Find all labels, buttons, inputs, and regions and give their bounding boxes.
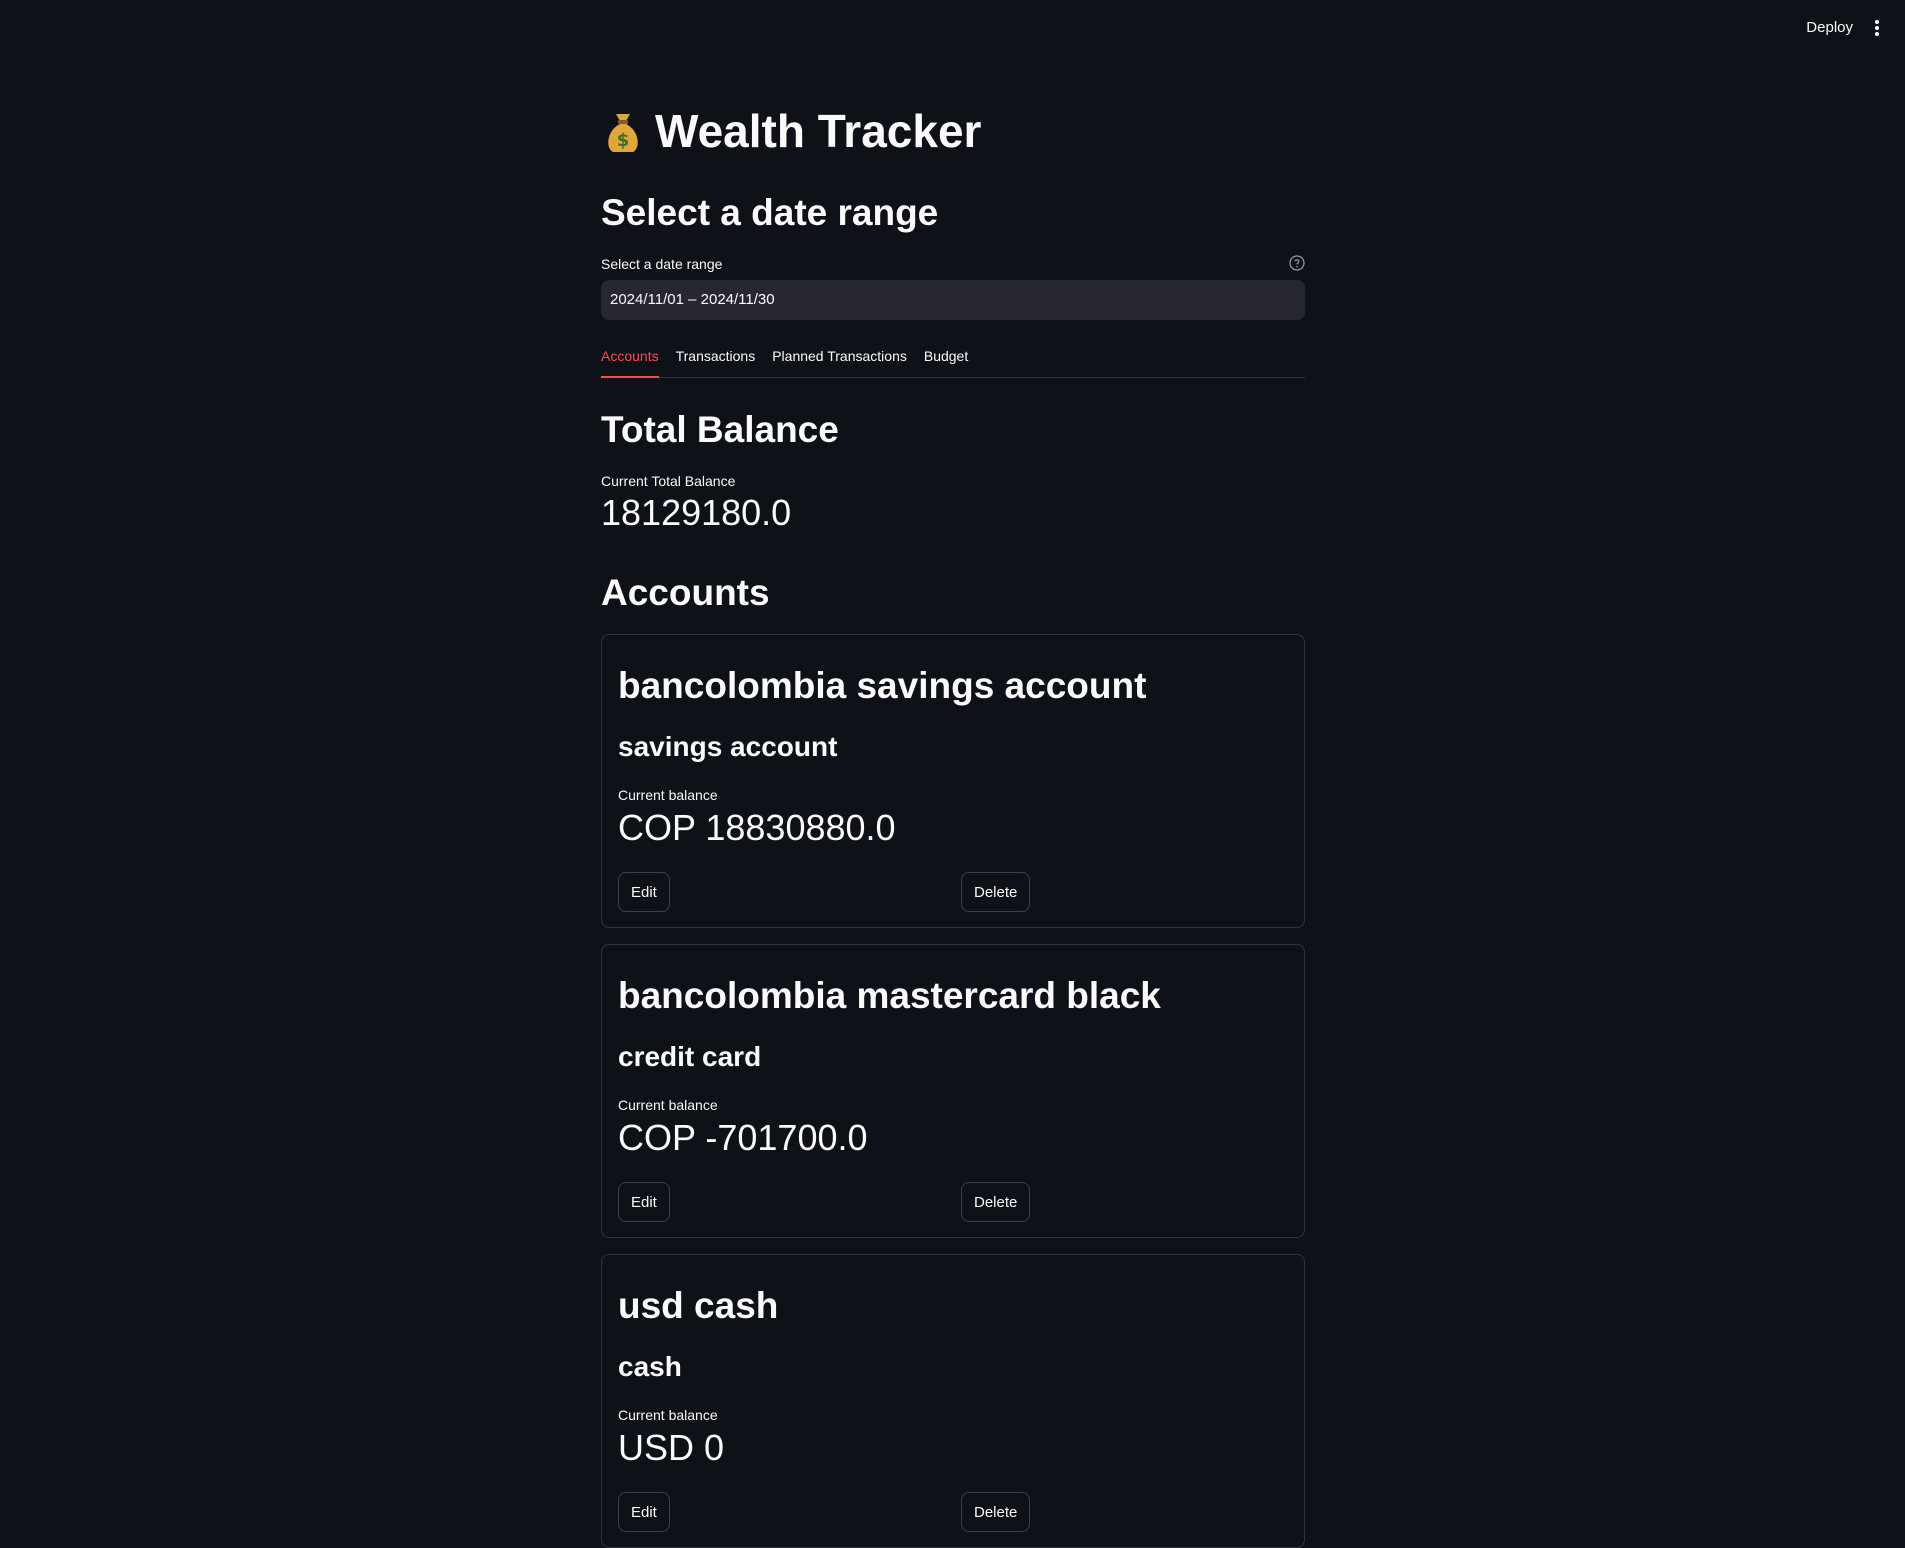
- account-type: savings account: [618, 731, 838, 762]
- balance-label: Current balance: [618, 787, 718, 803]
- top-toolbar: Deploy: [0, 0, 1905, 58]
- tab-transactions[interactable]: Transactions: [676, 340, 756, 377]
- tab-bar: Accounts Transactions Planned Transactio…: [601, 340, 1305, 378]
- total-balance-value: 18129180.0: [601, 492, 792, 533]
- money-bag-icon: $: [601, 108, 645, 154]
- balance-label: Current balance: [618, 1097, 718, 1113]
- date-range-heading: Select a date range: [601, 192, 939, 233]
- edit-button[interactable]: Edit: [618, 872, 670, 912]
- help-circle-icon[interactable]: [1289, 255, 1305, 271]
- delete-button[interactable]: Delete: [961, 1182, 1031, 1222]
- account-card: bancolombia savings account savings acco…: [601, 634, 1305, 928]
- account-name: bancolombia mastercard black: [618, 975, 1161, 1016]
- delete-button[interactable]: Delete: [961, 1492, 1031, 1532]
- edit-button[interactable]: Edit: [618, 1182, 670, 1222]
- account-name: usd cash: [618, 1285, 779, 1326]
- total-balance-heading: Total Balance: [601, 409, 839, 450]
- account-type: credit card: [618, 1041, 762, 1072]
- page-title: $ Wealth Tracker: [601, 104, 981, 158]
- balance-value: COP 18830880.0: [618, 807, 896, 848]
- more-vertical-icon[interactable]: [1867, 16, 1887, 40]
- balance-value: USD 0: [618, 1427, 725, 1468]
- app-title-text: Wealth Tracker: [655, 105, 982, 157]
- accounts-heading: Accounts: [601, 572, 770, 613]
- date-range-input[interactable]: 2024/11/01 – 2024/11/30: [601, 280, 1305, 320]
- account-card: usd cash cash Current balance USD 0 Edit…: [601, 1254, 1305, 1548]
- date-range-label: Select a date range: [601, 256, 723, 272]
- balance-value: COP -701700.0: [618, 1117, 868, 1158]
- balance-label: Current balance: [618, 1407, 718, 1423]
- account-type: cash: [618, 1351, 682, 1382]
- tab-planned-transactions[interactable]: Planned Transactions: [772, 340, 907, 377]
- total-balance-label: Current Total Balance: [601, 473, 736, 489]
- edit-button[interactable]: Edit: [618, 1492, 670, 1532]
- deploy-button[interactable]: Deploy: [1798, 16, 1861, 40]
- tab-budget[interactable]: Budget: [924, 340, 968, 377]
- svg-text:$: $: [617, 130, 630, 151]
- tab-accounts[interactable]: Accounts: [601, 340, 659, 378]
- account-card: bancolombia mastercard black credit card…: [601, 944, 1305, 1238]
- delete-button[interactable]: Delete: [961, 872, 1031, 912]
- account-name: bancolombia savings account: [618, 665, 1147, 706]
